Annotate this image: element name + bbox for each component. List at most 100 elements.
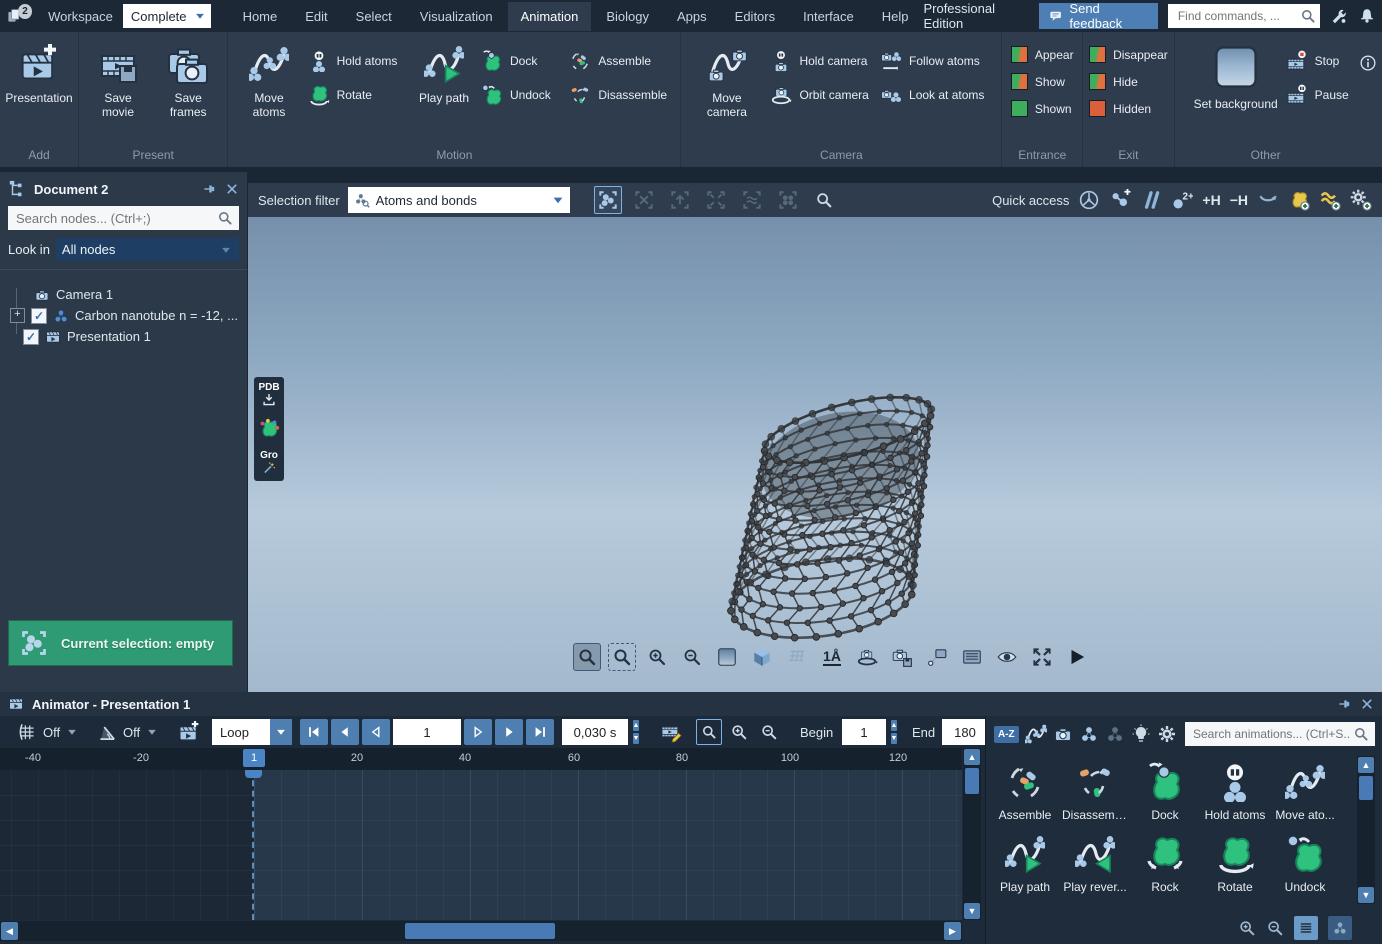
palette-settings-icon[interactable] [1157, 724, 1177, 744]
pin-icon[interactable] [203, 182, 217, 196]
deselect-button[interactable] [630, 186, 658, 214]
assemble-button[interactable]: Assemble [569, 50, 674, 72]
find-commands-box[interactable] [1168, 4, 1320, 28]
timeline-vscrollbar[interactable]: ▲ ▼ [963, 748, 981, 920]
info-icon[interactable] [1359, 54, 1377, 72]
timeline-zoom-out-button[interactable] [760, 719, 778, 745]
filter-camera-icon[interactable] [1053, 724, 1073, 744]
stop-button[interactable]: Stop [1286, 50, 1342, 72]
move-camera-button[interactable]: Move camera [687, 38, 766, 125]
selection-zoom-button[interactable] [810, 186, 838, 214]
hide-button[interactable]: Hide [1089, 73, 1168, 90]
send-feedback-button[interactable]: Send feedback [1039, 3, 1157, 29]
timeline-ruler[interactable]: -40-20120406080100120 [0, 748, 962, 770]
value-snap-select[interactable]: Off [96, 719, 159, 745]
find-commands-input[interactable] [1176, 8, 1300, 24]
fit-view-button[interactable] [1028, 643, 1056, 671]
dock-button[interactable]: Dock [481, 50, 565, 72]
labels-button[interactable] [923, 643, 951, 671]
zoom-out-button[interactable] [678, 643, 706, 671]
tree-expander-icon[interactable]: + [10, 308, 25, 323]
scroll-left-arrow[interactable]: ◀ [1, 922, 18, 940]
3d-scene[interactable]: PDB Gro [248, 217, 1382, 692]
tab-editors[interactable]: Editors [722, 2, 788, 31]
search-nodes-input[interactable] [14, 210, 217, 227]
simulation-settings-icon[interactable] [1350, 189, 1372, 211]
sample-blob-button[interactable] [255, 414, 283, 444]
move-atoms-button[interactable]: Move atoms [234, 38, 303, 125]
filter-atoms-icon[interactable] [1079, 724, 1099, 744]
palette-item-assemble[interactable]: Assemble [992, 762, 1058, 822]
add-chain-icon[interactable] [1319, 189, 1341, 211]
time-snap-select[interactable]: Off [16, 719, 79, 745]
zoom-in-button[interactable] [643, 643, 671, 671]
zoom-out-icon[interactable] [1266, 919, 1284, 937]
scroll-thumb[interactable] [965, 768, 979, 794]
go-to-start-button[interactable] [300, 719, 328, 745]
orbit-view-button[interactable] [853, 643, 881, 671]
set-background-button[interactable]: Set background [1190, 38, 1282, 117]
minimize-arrow-icon[interactable] [1257, 189, 1279, 211]
play-path-button[interactable]: Play path [411, 38, 477, 111]
preferences-wrench-icon[interactable] [1330, 7, 1348, 25]
fullscreen-view-button[interactable] [958, 643, 986, 671]
hold-atoms-button[interactable]: Hold atoms [308, 50, 407, 72]
tab-biology[interactable]: Biology [593, 2, 662, 31]
visibility-checkbox[interactable]: ✓ [31, 308, 47, 324]
palette-item-play-path[interactable]: Play path [992, 834, 1058, 894]
frame-duration-field[interactable]: 0,030 s [562, 719, 628, 745]
timeline-zoom-in-button[interactable] [730, 719, 748, 745]
tab-interface[interactable]: Interface [790, 2, 867, 31]
gromacs-wizard-button[interactable]: Gro [255, 448, 283, 478]
filter-atoms-muted-icon[interactable] [1105, 724, 1125, 744]
palette-item-dock[interactable]: Dock [1132, 762, 1198, 822]
current-frame-field[interactable]: 1 [393, 719, 461, 745]
step-forward-button[interactable] [464, 719, 492, 745]
pdb-download-button[interactable]: PDB [255, 380, 283, 410]
begin-spinner[interactable]: ▲▼ [886, 719, 902, 745]
search-animations-box[interactable] [1185, 722, 1375, 746]
select-group-button[interactable] [774, 186, 802, 214]
selection-filter-select[interactable]: Atoms and bonds [348, 187, 570, 213]
search-animations-input[interactable] [1191, 726, 1353, 742]
frame-duration-spinner[interactable]: ▲▼ [628, 719, 644, 745]
bond-order-icon[interactable] [1140, 189, 1162, 211]
filter-path-icon[interactable] [1025, 723, 1047, 745]
disappear-button[interactable]: Disappear [1089, 46, 1168, 63]
scroll-thumb[interactable] [405, 923, 555, 939]
tab-help[interactable]: Help [869, 2, 922, 31]
palette-item-undock[interactable]: Undock [1272, 834, 1338, 894]
hidden-button[interactable]: Hidden [1089, 100, 1168, 117]
look-at-atoms-button[interactable]: Look at atoms [880, 84, 995, 106]
previous-keyframe-button[interactable] [331, 719, 359, 745]
tab-select[interactable]: Select [343, 2, 405, 31]
add-hydrogens-button[interactable]: +H [1202, 192, 1220, 208]
next-keyframe-button[interactable] [495, 719, 523, 745]
timeline-grid[interactable] [0, 770, 962, 920]
scale-button[interactable]: 1Å [818, 643, 846, 671]
filter-effects-icon[interactable] [1131, 724, 1151, 744]
tab-edit[interactable]: Edit [292, 2, 340, 31]
shown-button[interactable]: Shown [1011, 100, 1074, 117]
zoom-tool-button[interactable] [573, 643, 601, 671]
look-in-select[interactable]: All nodes [56, 238, 239, 261]
hold-camera-button[interactable]: Hold camera [770, 50, 876, 72]
scroll-down-arrow[interactable]: ▼ [964, 903, 980, 919]
save-frames-button[interactable]: Save frames [155, 38, 221, 125]
pin-icon[interactable] [1338, 697, 1352, 711]
loop-select[interactable]: Loop [212, 719, 292, 745]
scroll-down-arrow[interactable]: ▼ [1358, 887, 1374, 903]
zoom-region-button[interactable] [608, 643, 636, 671]
ion-charge-icon[interactable]: 2+ [1171, 189, 1193, 211]
add-keyframe-button[interactable] [178, 719, 200, 745]
grid-plane-button[interactable] [783, 643, 811, 671]
step-back-button[interactable] [362, 719, 390, 745]
timeline-hscrollbar[interactable]: ◀ ▶ [0, 921, 962, 941]
add-bond-icon[interactable] [1109, 189, 1131, 211]
list-view-button[interactable] [1294, 916, 1318, 940]
undock-button[interactable]: Undock [481, 84, 565, 106]
palette-item-play-reverse[interactable]: Play rever... [1062, 834, 1128, 894]
scroll-right-arrow[interactable]: ▶ [944, 922, 961, 940]
tree-node-presentation[interactable]: ✓ Presentation 1 [10, 326, 243, 347]
select-up-button[interactable] [666, 186, 694, 214]
